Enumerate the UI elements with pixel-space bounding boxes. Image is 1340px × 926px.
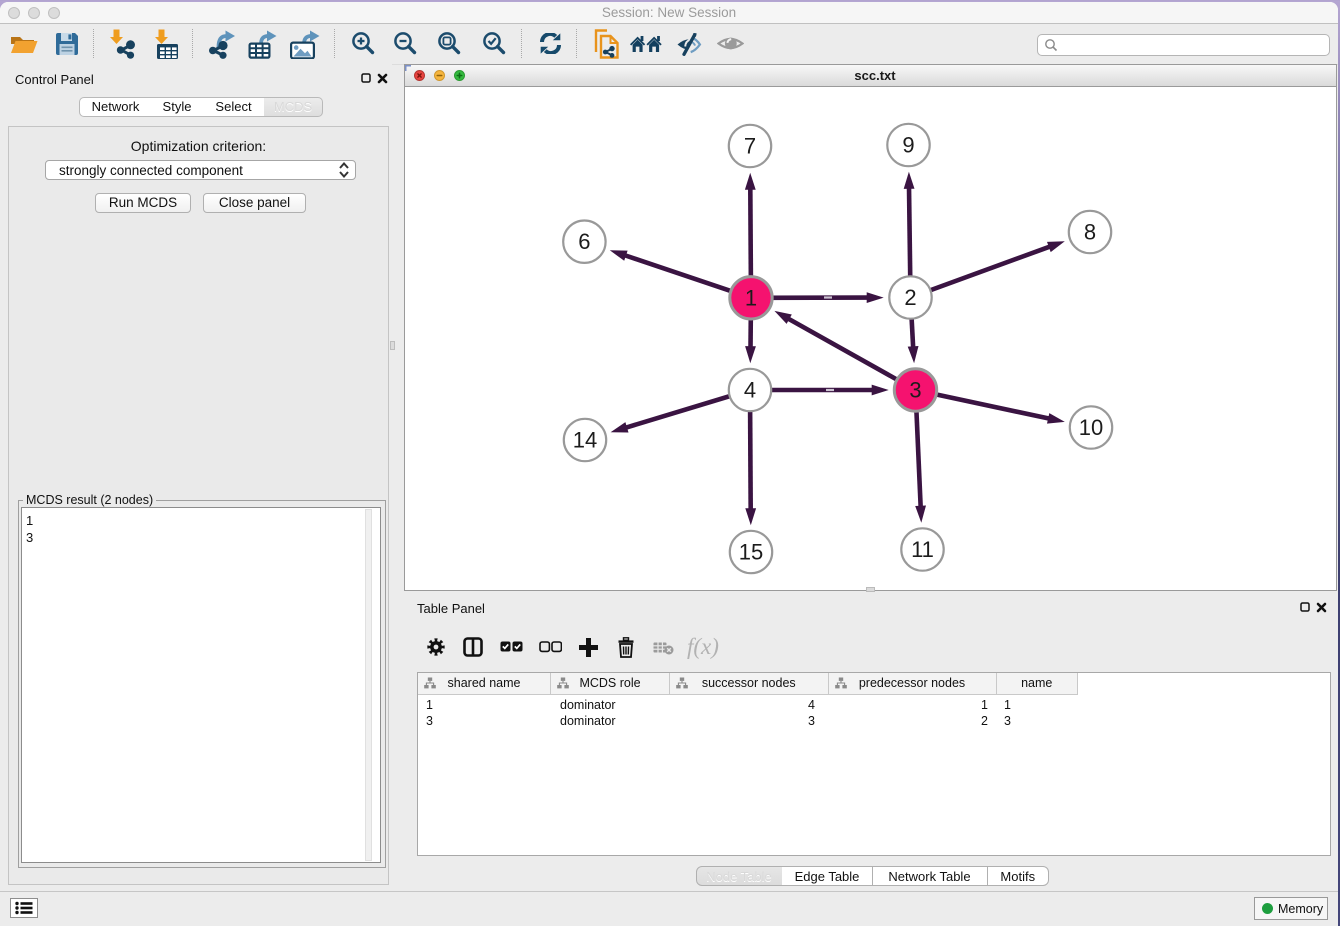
svg-text:2: 2 [904, 285, 916, 310]
svg-text:1: 1 [745, 285, 757, 310]
svg-text:15: 15 [739, 540, 763, 565]
svg-text:3: 3 [909, 378, 921, 403]
svg-text:10: 10 [1079, 415, 1103, 440]
svg-text:14: 14 [573, 428, 597, 453]
svg-text:9: 9 [902, 133, 914, 158]
svg-text:4: 4 [744, 378, 756, 403]
svg-text:6: 6 [578, 229, 590, 254]
svg-text:8: 8 [1084, 220, 1096, 245]
svg-text:11: 11 [911, 537, 934, 562]
svg-text:7: 7 [744, 134, 756, 159]
